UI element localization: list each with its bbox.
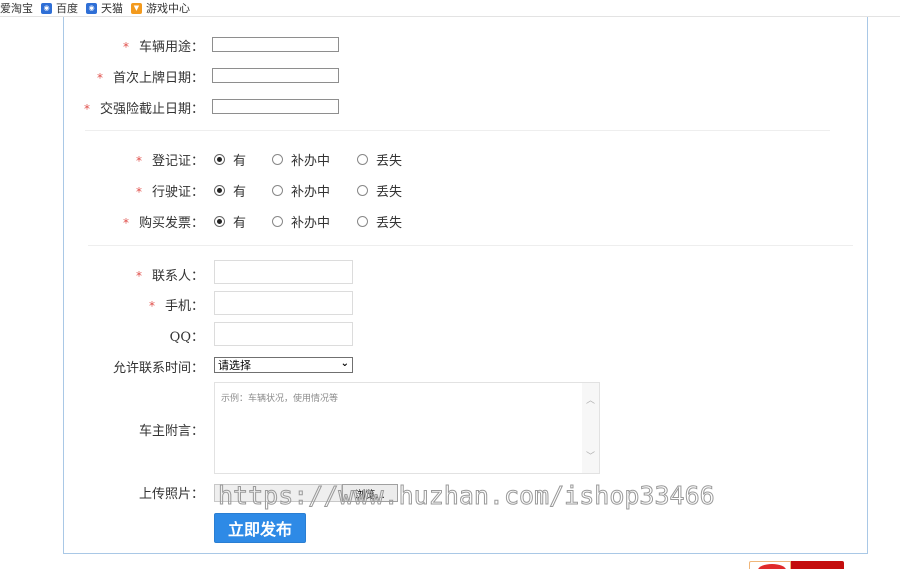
insurance-end-date-input[interactable]: [212, 99, 339, 114]
radio-unchecked-icon: [272, 216, 283, 227]
radio-label: 有: [233, 185, 247, 200]
radio-have[interactable]: 有: [214, 150, 272, 169]
radio-label: 丢失: [376, 154, 403, 169]
radio-label: 补办中: [291, 154, 331, 169]
owner-note-label: 车主附言：: [138, 424, 204, 439]
registration-cert-label-text: 登记证：: [151, 154, 204, 169]
radio-label: 有: [233, 216, 247, 231]
driving-license-radio-group: 有 补办中 丢失: [214, 181, 402, 200]
bookmark-game-center[interactable]: ▼ 游戏中心: [131, 0, 190, 16]
badge-red-block: [791, 561, 844, 569]
usage-label: * 车辆用途：: [100, 36, 204, 55]
tmall-icon: ◉: [86, 2, 97, 14]
usage-label-text: 车辆用途：: [138, 40, 204, 55]
bookmark-label: 爱淘宝: [0, 2, 33, 15]
game-center-icon: ▼: [131, 2, 142, 14]
contact-name-label-text: 联系人：: [151, 269, 204, 284]
required-star: *: [135, 185, 142, 199]
radio-lost[interactable]: 丢失: [357, 150, 402, 169]
radio-unchecked-icon: [357, 154, 368, 165]
registration-cert-radio-group: 有 补办中 丢失: [214, 150, 402, 169]
bookmark-label: 游戏中心: [146, 2, 190, 15]
first-plate-date-label: * 首次上牌日期：: [80, 67, 204, 86]
driving-license-label-text: 行驶证：: [151, 185, 204, 200]
phone-label: * 手机：: [110, 295, 204, 314]
badge-logo-icon: [749, 561, 791, 569]
required-star: *: [96, 71, 103, 85]
radio-label: 丢失: [376, 185, 403, 200]
contact-name-input[interactable]: [214, 260, 353, 284]
purchase-invoice-radio-group: 有 补办中 丢失: [214, 212, 402, 231]
purchase-invoice-label-text: 购买发票：: [138, 216, 204, 231]
select-value: 请选择: [218, 359, 251, 372]
required-star: *: [135, 269, 142, 283]
contact-time-label: 允许联系时间：: [112, 361, 204, 376]
radio-unchecked-icon: [357, 185, 368, 196]
upload-photo-input[interactable]: 浏览...: [214, 484, 398, 502]
scroll-down-icon[interactable]: ﹀: [586, 449, 595, 462]
qq-input[interactable]: [214, 322, 353, 346]
corner-badge-logo: [749, 561, 844, 569]
textarea-scrollbar[interactable]: ︿ ﹀: [582, 383, 599, 473]
purchase-invoice-label: * 购买发票：: [90, 212, 204, 231]
radio-have[interactable]: 有: [214, 212, 272, 231]
bookmarks-bar: 爱淘宝 ◉ 百度 ◉ 天猫 ▼ 游戏中心: [0, 0, 900, 17]
publish-button[interactable]: 立即发布: [214, 513, 306, 543]
qq-label: QQ：: [169, 330, 204, 345]
radio-have[interactable]: 有: [214, 181, 272, 200]
phone-input[interactable]: [214, 291, 353, 315]
insurance-end-date-label: * 交强险截止日期：: [70, 98, 204, 117]
radio-unchecked-icon: [272, 185, 283, 196]
file-name-field[interactable]: [214, 484, 342, 502]
bookmark-label: 百度: [56, 2, 78, 15]
required-star: *: [122, 216, 129, 230]
contact-time-select[interactable]: 请选择 ⌄: [214, 357, 353, 373]
radio-unchecked-icon: [357, 216, 368, 227]
upload-photo-label: 上传照片：: [138, 487, 204, 502]
browse-button[interactable]: 浏览...: [342, 484, 398, 502]
radio-label: 补办中: [291, 185, 331, 200]
bookmark-tmall[interactable]: ◉ 天猫: [86, 0, 123, 16]
scroll-up-icon[interactable]: ︿: [586, 393, 595, 406]
textarea-placeholder: 示例：车辆状况，使用情况等: [221, 394, 339, 404]
contact-name-label: * 联系人：: [110, 265, 204, 284]
radio-unchecked-icon: [272, 154, 283, 165]
radio-reissuing[interactable]: 补办中: [272, 181, 357, 200]
required-star: *: [122, 40, 129, 54]
insurance-end-date-label-text: 交强险截止日期：: [99, 102, 204, 117]
registration-cert-label: * 登记证：: [100, 150, 204, 169]
section-divider: [88, 245, 853, 246]
section-divider: [85, 130, 830, 131]
required-star: *: [135, 154, 142, 168]
radio-label: 有: [233, 154, 247, 169]
radio-label: 补办中: [291, 216, 331, 231]
first-plate-date-label-text: 首次上牌日期：: [112, 71, 204, 86]
radio-checked-icon: [214, 185, 225, 196]
first-plate-date-input[interactable]: [212, 68, 339, 83]
bookmark-aitaobao[interactable]: 爱淘宝: [0, 0, 33, 16]
bookmark-baidu[interactable]: ◉ 百度: [41, 0, 78, 16]
usage-input[interactable]: [212, 37, 339, 52]
required-star: *: [148, 299, 155, 313]
radio-checked-icon: [214, 216, 225, 227]
radio-reissuing[interactable]: 补办中: [272, 212, 357, 231]
radio-lost[interactable]: 丢失: [357, 212, 402, 231]
baidu-icon: ◉: [41, 2, 52, 14]
driving-license-label: * 行驶证：: [100, 181, 204, 200]
radio-lost[interactable]: 丢失: [357, 181, 402, 200]
owner-note-textarea[interactable]: 示例：车辆状况，使用情况等 ︿ ﹀: [214, 382, 600, 474]
bookmark-label: 天猫: [101, 2, 123, 15]
radio-reissuing[interactable]: 补办中: [272, 150, 357, 169]
radio-label: 丢失: [376, 216, 403, 231]
radio-checked-icon: [214, 154, 225, 165]
phone-label-text: 手机：: [164, 299, 204, 314]
required-star: *: [83, 102, 90, 116]
chevron-down-icon: ⌄: [340, 358, 349, 369]
